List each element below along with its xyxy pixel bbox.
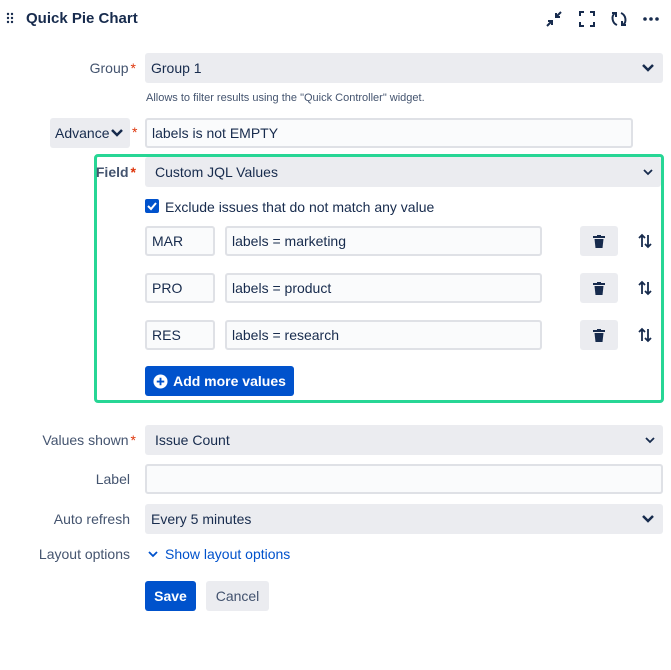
delete-row-button[interactable] bbox=[580, 320, 618, 350]
chevron-down-icon bbox=[642, 515, 654, 523]
delete-row-button[interactable] bbox=[580, 226, 618, 256]
jql-query-input[interactable]: labels is not EMPTY bbox=[145, 118, 633, 148]
drag-handle-icon[interactable] bbox=[6, 12, 14, 24]
delete-row-button[interactable] bbox=[580, 273, 618, 303]
cancel-button[interactable]: Cancel bbox=[206, 581, 269, 611]
trash-icon bbox=[593, 234, 605, 248]
value-jql-input[interactable]: labels = product bbox=[225, 273, 542, 303]
chevron-down-icon bbox=[148, 551, 158, 558]
reorder-icon[interactable] bbox=[637, 233, 653, 249]
reorder-icon[interactable] bbox=[637, 280, 653, 296]
exclude-label: Exclude issues that do not match any val… bbox=[165, 199, 435, 215]
add-circle-icon bbox=[153, 373, 168, 389]
collapse-icon[interactable] bbox=[544, 9, 564, 29]
values-shown-select[interactable]: Issue Count bbox=[145, 425, 663, 455]
trash-icon bbox=[593, 281, 605, 295]
chevron-down-icon bbox=[111, 129, 123, 137]
group-label: Group * bbox=[89, 60, 136, 76]
value-jql-input[interactable]: labels = marketing bbox=[225, 226, 542, 256]
trash-icon bbox=[593, 328, 605, 342]
reorder-icon[interactable] bbox=[637, 327, 653, 343]
value-jql-input[interactable]: labels = research bbox=[225, 320, 542, 350]
auto-refresh-select[interactable]: Every 5 minutes bbox=[145, 504, 663, 534]
show-layout-options-link[interactable]: Show layout options bbox=[148, 546, 290, 562]
field-label: Field * bbox=[95, 164, 136, 180]
field-select[interactable]: Custom JQL Values bbox=[145, 157, 661, 187]
advanced-mode-select[interactable]: Advance bbox=[50, 118, 130, 148]
value-name-input[interactable]: RES bbox=[145, 320, 215, 350]
widget-title: Quick Pie Chart bbox=[26, 10, 138, 27]
exclude-checkbox[interactable] bbox=[145, 199, 159, 213]
add-more-values-button[interactable]: Add more values bbox=[145, 366, 294, 396]
layout-options-label: Layout options bbox=[38, 546, 130, 562]
chevron-down-icon bbox=[642, 64, 654, 72]
required-marker: * bbox=[132, 124, 138, 140]
fullscreen-icon[interactable] bbox=[577, 9, 597, 29]
refresh-icon[interactable] bbox=[609, 9, 629, 29]
caret-down-icon bbox=[643, 169, 653, 176]
caret-down-icon bbox=[645, 437, 655, 444]
more-icon[interactable] bbox=[641, 9, 661, 29]
value-name-input[interactable]: MAR bbox=[145, 226, 215, 256]
auto-refresh-label: Auto refresh bbox=[53, 511, 130, 527]
save-button[interactable]: Save bbox=[145, 581, 196, 611]
value-name-input[interactable]: PRO bbox=[145, 273, 215, 303]
label-field-label: Label bbox=[95, 471, 130, 487]
group-select[interactable]: Group 1 bbox=[145, 53, 663, 83]
values-shown-label: Values shown * bbox=[42, 432, 136, 448]
group-hint: Allows to filter results using the "Quic… bbox=[146, 92, 425, 104]
label-input[interactable] bbox=[145, 464, 663, 494]
